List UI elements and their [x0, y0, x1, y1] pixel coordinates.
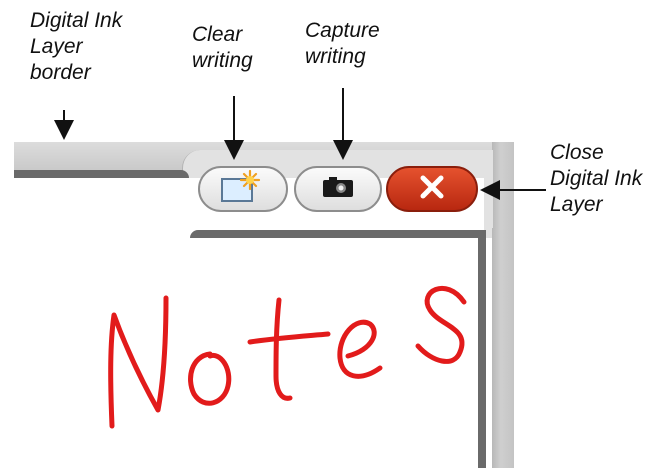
callout-capture-writing: Capture writing: [305, 18, 380, 70]
ink-stroke-t-bar: [247, 331, 331, 345]
ink-stroke-s: [415, 285, 467, 364]
callout-line: Layer: [30, 35, 83, 58]
callout-line: writing: [192, 49, 253, 72]
capture-writing-button[interactable]: [294, 166, 382, 212]
camera-icon: [321, 175, 355, 204]
callout-line: Clear: [192, 23, 243, 46]
ink-layer-border-edge: [14, 170, 189, 178]
callout-ink-layer-border: Digital Ink Layer border: [30, 8, 122, 86]
callout-line: Capture: [305, 19, 380, 42]
callout-close-ink-layer: Close Digital Ink Layer: [550, 140, 642, 218]
eraser-sun-icon: [214, 169, 272, 210]
ink-layer-border-right: [492, 142, 514, 468]
close-x-icon: [418, 173, 446, 206]
callout-line: border: [30, 61, 91, 84]
ink-stroke-o: [188, 351, 232, 406]
ink-stroke-t-stem: [273, 297, 293, 401]
ink-stroke-e: [337, 319, 383, 379]
callout-clear-writing: Clear writing: [192, 22, 253, 74]
callout-line: Close: [550, 141, 604, 164]
ink-stroke-n: [108, 295, 169, 429]
callout-line: writing: [305, 45, 366, 68]
callout-line: Layer: [550, 193, 603, 216]
callout-line: Digital Ink: [30, 9, 123, 32]
handwritten-notes: [108, 285, 467, 429]
clear-writing-button[interactable]: [198, 166, 288, 212]
close-ink-layer-button[interactable]: [386, 166, 478, 212]
callout-line: Digital Ink: [550, 167, 643, 190]
